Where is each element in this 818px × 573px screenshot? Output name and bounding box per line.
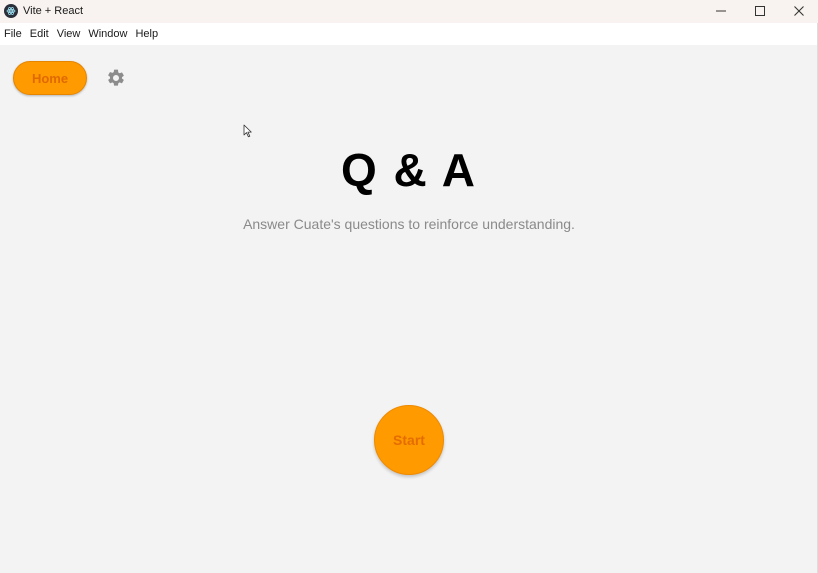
electron-icon: [4, 4, 18, 18]
page-title: Q & A: [340, 144, 478, 196]
page-subtitle: Answer Cuate's questions to reinforce un…: [243, 216, 575, 232]
maximize-button[interactable]: [741, 0, 779, 22]
close-button[interactable]: [780, 0, 818, 22]
maximize-icon: [755, 6, 765, 16]
menu-help[interactable]: Help: [131, 23, 162, 45]
gear-icon: [108, 69, 124, 86]
main-content: Home Q & A Answer Cuate's questions to r…: [0, 45, 818, 573]
settings-button[interactable]: [106, 68, 126, 88]
minimize-button[interactable]: [702, 0, 740, 22]
window-title: Vite + React: [23, 5, 84, 17]
menu-file[interactable]: File: [0, 23, 26, 45]
app-window: Vite + React File Edit View Window Help …: [0, 0, 818, 573]
menu-window[interactable]: Window: [84, 23, 131, 45]
menu-view[interactable]: View: [53, 23, 85, 45]
menu-bar: File Edit View Window Help: [0, 23, 818, 45]
minimize-icon: [716, 10, 726, 12]
menu-edit[interactable]: Edit: [26, 23, 53, 45]
start-button[interactable]: Start: [374, 405, 444, 475]
close-icon: [794, 6, 804, 16]
home-button[interactable]: Home: [13, 61, 87, 95]
mouse-cursor-icon: [243, 124, 252, 138]
title-bar: Vite + React: [0, 0, 818, 23]
